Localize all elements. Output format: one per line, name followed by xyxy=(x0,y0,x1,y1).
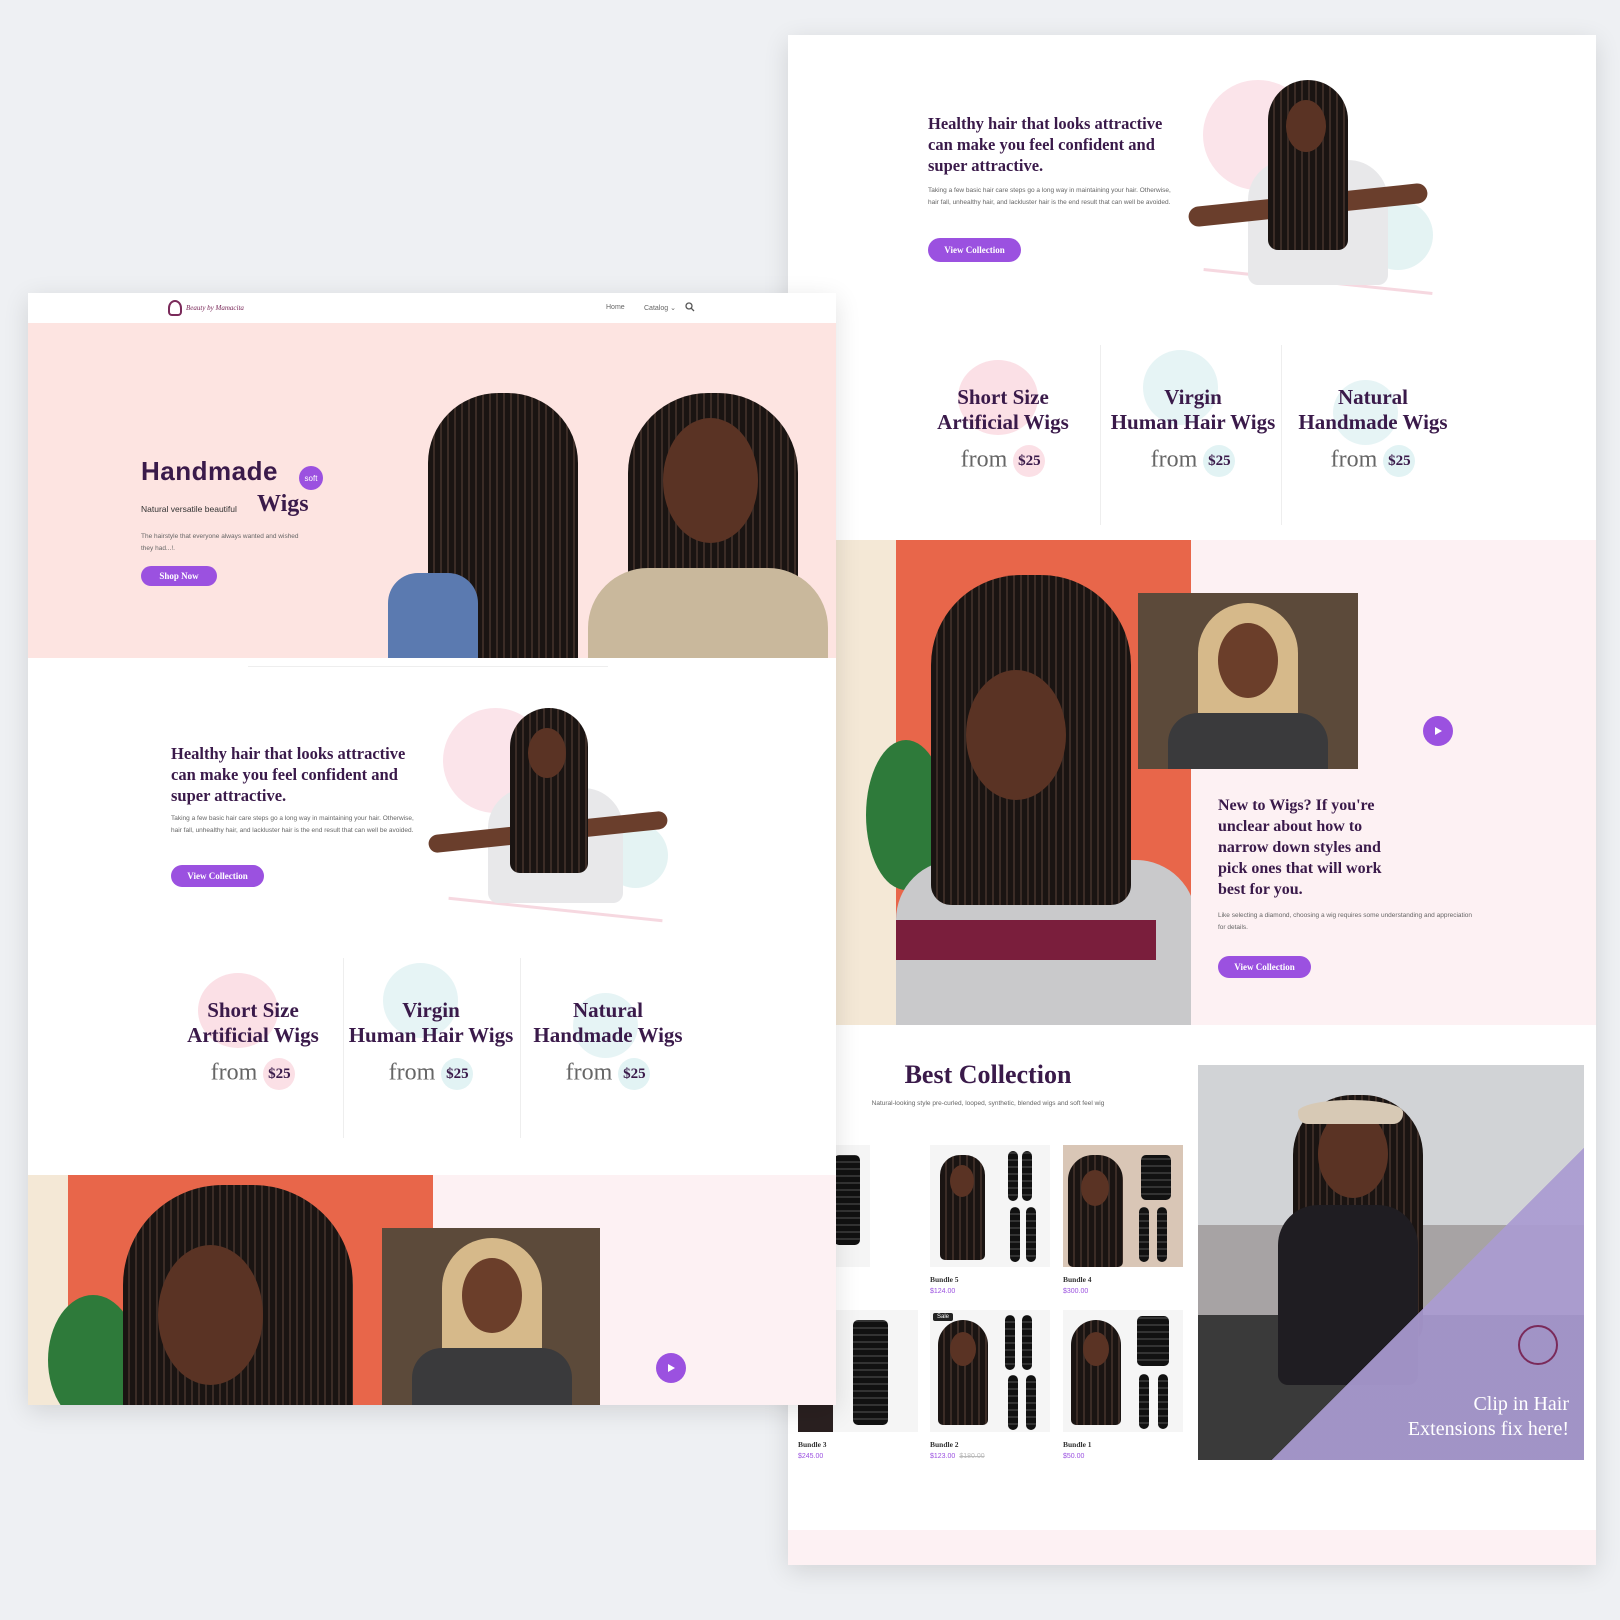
product-old-price: $180.00 xyxy=(959,1453,985,1460)
price-badge: $25 xyxy=(263,1058,296,1090)
category-title: Virgin Human Hair Wigs xyxy=(348,998,514,1047)
product-card[interactable]: Sale Bundle 2 $123.00 $180.00 xyxy=(930,1310,1050,1460)
nav-home[interactable]: Home xyxy=(606,304,625,311)
product-price: $123.00 $180.00 xyxy=(930,1453,985,1460)
category-natural[interactable]: Natural Handmade Wigs from $25 xyxy=(1288,385,1458,477)
healthy-section: Healthy hair that looks attractive can m… xyxy=(788,35,1596,335)
hero-section: Handmade soft Natural versatile beautifu… xyxy=(28,323,836,658)
shop-now-button[interactable]: Shop Now xyxy=(141,566,217,586)
product-price: $50.00 xyxy=(1063,1453,1085,1460)
new-to-wigs-section xyxy=(28,1175,836,1405)
best-collection-desc: Natural-looking style pre-curled, looped… xyxy=(871,1100,1105,1107)
healthy-desc: Taking a few basic hair care steps go a … xyxy=(171,815,414,834)
view-collection-button[interactable]: View Collection xyxy=(928,238,1021,262)
category-title: Natural Handmade Wigs xyxy=(533,998,683,1047)
product-image xyxy=(1063,1310,1183,1432)
twists-photo xyxy=(28,1175,433,1405)
price-badge: $25 xyxy=(1013,445,1046,477)
product-image: Sale xyxy=(930,1310,1050,1432)
promo-logo xyxy=(1518,1325,1558,1365)
from-label: from xyxy=(388,1059,436,1086)
nav-catalog[interactable]: Catalog ⌄ xyxy=(644,304,676,312)
search-icon[interactable] xyxy=(685,302,695,312)
product-price: $124.00 xyxy=(930,1288,956,1295)
hero-subtitle: Natural versatile beautiful xyxy=(141,504,237,514)
new-to-wigs-desc: Like selecting a diamond, choosing a wig… xyxy=(1218,912,1473,931)
categories-section: Short Size Artificial Wigs from $25 Virgi… xyxy=(788,345,1596,535)
product-name: Bundle 3 xyxy=(798,1440,827,1449)
category-virgin[interactable]: Virgin Human Hair Wigs from $25 xyxy=(341,998,521,1090)
new-to-wigs-title: New to Wigs? If you're unclear about how… xyxy=(1218,797,1382,898)
product-card[interactable]: Bundle 5 $124.00 xyxy=(930,1145,1050,1295)
category-short-size[interactable]: Short Size Artificial Wigs from $25 xyxy=(173,998,333,1090)
product-price: $245.00 xyxy=(798,1453,824,1460)
sale-badge: Sale xyxy=(933,1313,954,1321)
category-natural[interactable]: Natural Handmade Wigs from $25 xyxy=(523,998,693,1090)
top-nav: Beauty by Mamacita Home Catalog ⌄ xyxy=(28,293,836,323)
category-virgin[interactable]: Virgin Human Hair Wigs from $25 xyxy=(1103,385,1283,477)
healthy-title: Healthy hair that looks attractive can m… xyxy=(928,114,1163,175)
healthy-desc: Taking a few basic hair care steps go a … xyxy=(928,187,1171,206)
healthy-title: Healthy hair that looks attractive can m… xyxy=(171,744,406,805)
play-icon xyxy=(1435,727,1442,735)
promo-line2: Extensions fix here! xyxy=(1407,1418,1569,1440)
clip-in-promo-banner[interactable]: Clip in Hair Extensions fix here! xyxy=(1198,1065,1584,1460)
from-label: from xyxy=(1150,446,1198,473)
view-collection-button[interactable]: View Collection xyxy=(171,865,264,887)
page-preview-main: Beauty by Mamacita Home Catalog ⌄ Handma… xyxy=(28,293,836,1405)
price-badge: $25 xyxy=(618,1058,651,1090)
view-collection-button[interactable]: View Collection xyxy=(1218,956,1311,978)
product-name: Bundle 4 xyxy=(1063,1275,1092,1284)
healthy-section: Healthy hair that looks attractive can m… xyxy=(28,658,836,948)
braids-photo xyxy=(1138,593,1358,769)
hero-title: Handmade xyxy=(141,456,278,486)
category-title: Natural Handmade Wigs xyxy=(1298,385,1448,434)
price-badge: $25 xyxy=(441,1058,474,1090)
product-card[interactable]: Bundle 4 $300.00 xyxy=(1063,1145,1183,1295)
product-image xyxy=(1063,1145,1183,1267)
product-name: Bundle 2 xyxy=(930,1440,959,1449)
logo-mark xyxy=(168,300,182,316)
product-name: Bundle 1 xyxy=(1063,1440,1092,1449)
model-image xyxy=(1188,60,1448,325)
price-badge: $25 xyxy=(1383,445,1416,477)
hero-models-image xyxy=(388,383,836,658)
site-logo[interactable]: Beauty by Mamacita xyxy=(168,300,244,316)
price-badge: $25 xyxy=(1203,445,1236,477)
product-image xyxy=(930,1145,1050,1267)
from-label: from xyxy=(210,1059,258,1086)
category-title: Short Size Artificial Wigs xyxy=(937,385,1069,434)
from-label: from xyxy=(565,1059,613,1086)
hero-title-wigs: Wigs xyxy=(257,491,309,517)
play-icon xyxy=(668,1364,675,1372)
category-short-size[interactable]: Short Size Artificial Wigs from $25 xyxy=(923,385,1083,477)
hero-badge: soft xyxy=(299,466,323,490)
play-video-button[interactable] xyxy=(1423,716,1453,746)
chevron-down-icon: ⌄ xyxy=(670,305,676,312)
from-label: from xyxy=(1330,446,1378,473)
product-price: $300.00 xyxy=(1063,1288,1089,1295)
category-title: Short Size Artificial Wigs xyxy=(187,998,319,1047)
logo-text: Beauty by Mamacita xyxy=(186,304,244,312)
best-collection-title: Best Collection xyxy=(904,1060,1072,1089)
hero-desc: The hairstyle that everyone always wante… xyxy=(141,533,299,552)
product-card[interactable]: Bundle 1 $50.00 xyxy=(1063,1310,1183,1460)
product-name: Bundle 5 xyxy=(930,1275,959,1284)
category-title: Virgin Human Hair Wigs xyxy=(1110,385,1276,434)
from-label: from xyxy=(960,446,1008,473)
play-video-button[interactable] xyxy=(656,1353,686,1383)
best-collection-section: Best Collection Natural-looking style pr… xyxy=(788,1025,1596,1565)
model-image xyxy=(428,693,688,943)
page-preview-secondary: Healthy hair that looks attractive can m… xyxy=(788,35,1596,1565)
promo-line1: Clip in Hair xyxy=(1473,1393,1569,1415)
braids-photo xyxy=(382,1228,600,1405)
categories-section: Short Size Artificial Wigs from $25 Virgi… xyxy=(28,958,836,1143)
new-to-wigs-section: New to Wigs? If you're unclear about how… xyxy=(788,540,1596,1025)
